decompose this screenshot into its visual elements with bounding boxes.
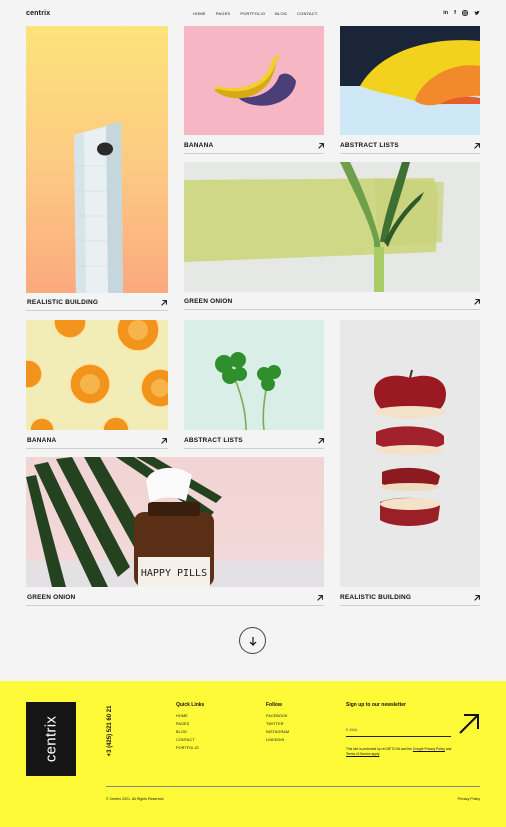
pills-illustration: HAPPY PILLS xyxy=(26,457,222,587)
footer-link-contact[interactable]: CONTACT xyxy=(176,738,195,742)
gallery-image-green-onion[interactable] xyxy=(184,162,480,292)
arrow-up-right-icon[interactable] xyxy=(473,298,481,306)
nav-home[interactable]: HOME xyxy=(193,11,206,16)
footer-link-linkedin[interactable]: LINKEDIN xyxy=(266,738,284,742)
arrow-up-right-icon[interactable] xyxy=(160,437,168,445)
gallery-image-abstract[interactable] xyxy=(340,26,480,135)
footer-link-portfolio[interactable]: PORTFOLIO xyxy=(176,746,199,750)
site-footer: centrix +3 (425) 521 60 21 Quick Links H… xyxy=(0,681,506,827)
submit-arrow-icon[interactable] xyxy=(458,713,480,735)
privacy-link[interactable]: Privacy Policy xyxy=(458,797,480,801)
footer-phone[interactable]: +3 (425) 521 60 21 xyxy=(103,701,117,761)
email-underline xyxy=(346,736,451,737)
oranges-illustration xyxy=(26,320,168,430)
footer-link-pages[interactable]: PAGES xyxy=(176,722,189,726)
footer-logo[interactable]: centrix xyxy=(26,702,76,776)
caption-building-2[interactable]: REALISTIC BUILDING xyxy=(340,594,411,601)
nav-portfolio[interactable]: PORTFOLIO xyxy=(240,11,265,16)
gallery-image-clover[interactable] xyxy=(184,320,324,430)
gallery-image-apple[interactable] xyxy=(340,320,480,587)
site-logo[interactable]: centrix xyxy=(26,10,50,17)
twitter-icon[interactable] xyxy=(474,10,480,18)
arrow-up-right-icon[interactable] xyxy=(317,142,325,150)
apple-illustration xyxy=(374,369,446,526)
onion-illustration xyxy=(184,162,444,292)
linkedin-icon[interactable]: in xyxy=(443,10,448,18)
nav-pages[interactable]: PAGES xyxy=(216,11,231,16)
footer-link-blog[interactable]: BLOG xyxy=(176,730,187,734)
gallery-image-pills[interactable]: HAPPY PILLS xyxy=(26,457,324,587)
privacy-policy-link[interactable]: Google Privacy Policy xyxy=(413,747,445,751)
nav-blog[interactable]: BLOG xyxy=(275,11,287,16)
gallery-image-banana[interactable] xyxy=(184,26,324,135)
building-illustration xyxy=(74,122,123,293)
caption-green-onion-2[interactable]: GREEN ONION xyxy=(27,594,75,601)
scroll-down-button[interactable] xyxy=(239,627,266,654)
caption-abstract-2[interactable]: ABSTRACT LISTS xyxy=(184,437,243,444)
caption-banana[interactable]: BANANA xyxy=(184,142,213,149)
arrow-up-right-icon[interactable] xyxy=(160,299,168,307)
instagram-icon[interactable] xyxy=(462,10,468,18)
nav-contact[interactable]: CONTACT xyxy=(297,11,317,16)
arrow-down-icon xyxy=(249,636,256,646)
social-links: in f xyxy=(443,10,480,18)
facebook-icon[interactable]: f xyxy=(454,10,456,18)
caption-banana-2[interactable]: BANANA xyxy=(27,437,56,444)
arrow-up-right-icon[interactable] xyxy=(316,594,324,602)
arrow-up-right-icon[interactable] xyxy=(473,594,481,602)
caption-abstract[interactable]: ABSTRACT LISTS xyxy=(340,142,399,149)
terms-link[interactable]: Terms of Service apply xyxy=(346,752,379,756)
gallery-image-oranges[interactable] xyxy=(26,320,168,430)
quick-links-title: Quick Links xyxy=(176,702,205,708)
copyright: © Centrix 2021. All Rights Reserved. xyxy=(106,797,165,801)
caption-building[interactable]: REALISTIC BUILDING xyxy=(27,299,98,306)
main-nav: HOME PAGES PORTFOLIO BLOG CONTACT xyxy=(193,11,318,16)
email-input[interactable]: E-MAIL xyxy=(346,728,358,732)
footer-divider xyxy=(106,786,480,787)
footer-link-home[interactable]: HOME xyxy=(176,714,188,718)
footer-link-facebook[interactable]: FACEBOOK xyxy=(266,714,288,718)
follow-title: Follow xyxy=(266,702,282,708)
abstract-illustration xyxy=(340,26,480,106)
clover-illustration xyxy=(215,352,281,430)
recaptcha-notice: This site is protected by reCAPTCHA and … xyxy=(346,747,452,756)
caption-green-onion[interactable]: GREEN ONION xyxy=(184,298,232,305)
arrow-up-right-icon[interactable] xyxy=(317,437,325,445)
newsletter-title: Sign up to our newsletter xyxy=(346,702,407,708)
gallery-image-building[interactable] xyxy=(26,26,168,293)
banana-illustration xyxy=(214,54,296,106)
footer-link-twitter[interactable]: TWITTER xyxy=(266,722,284,726)
pill-label: HAPPY PILLS xyxy=(141,568,207,579)
arrow-up-right-icon[interactable] xyxy=(473,142,481,150)
footer-link-instagram[interactable]: INSTAGRAM xyxy=(266,730,289,734)
